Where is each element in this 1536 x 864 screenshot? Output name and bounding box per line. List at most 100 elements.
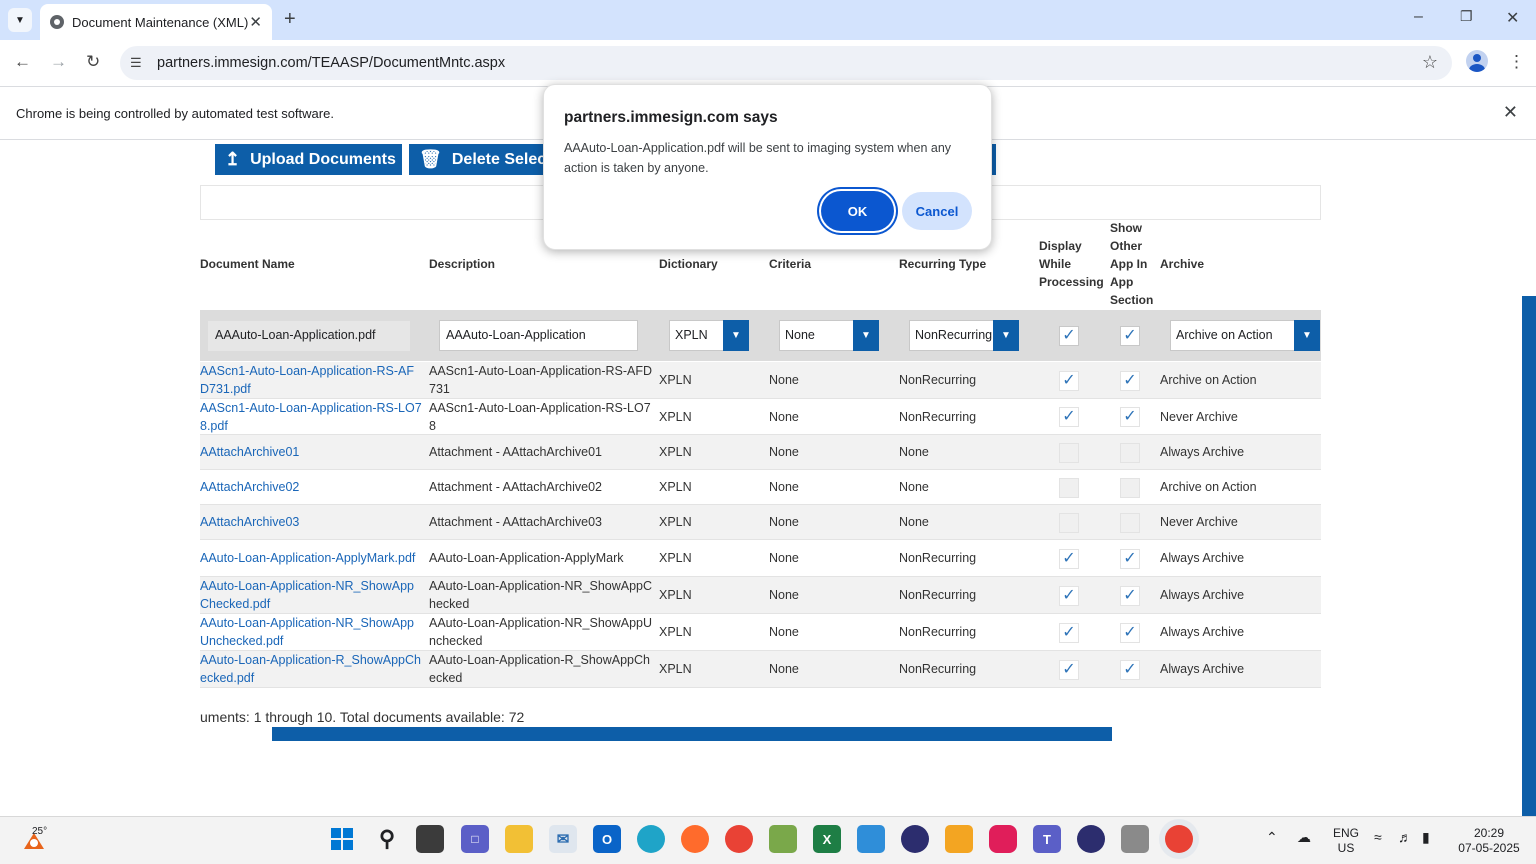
excel-icon[interactable]: X <box>813 825 841 853</box>
show-hidden-icons-chevron-icon[interactable]: ⌃ <box>1266 830 1278 845</box>
show-other-checkbox[interactable]: ✓ <box>1120 371 1140 391</box>
header-recurring-type[interactable]: Recurring Type <box>899 255 986 273</box>
teams-icon[interactable]: T <box>1033 825 1061 853</box>
header-document-name[interactable]: Document Name <box>200 255 295 273</box>
firefox-icon[interactable] <box>681 825 709 853</box>
eclipse-ide-icon[interactable] <box>1077 825 1105 853</box>
battery-icon[interactable]: ▮ <box>1422 830 1430 845</box>
task-view-icon[interactable] <box>416 825 444 853</box>
header-criteria[interactable]: Criteria <box>769 255 811 273</box>
horizontal-scrollbar[interactable] <box>272 727 1112 741</box>
show-other-checkbox[interactable]: ✓ <box>1120 586 1140 606</box>
chevron-down-icon[interactable]: ▼ <box>853 320 879 351</box>
document-name-link[interactable]: AAuto-Loan-Application-NR_ShowAppChecked… <box>200 577 422 613</box>
tab-search-chevron-icon[interactable]: ▼ <box>8 8 32 32</box>
minimize-icon[interactable]: – <box>1414 8 1423 26</box>
display-checkbox[interactable]: ✓ <box>1059 660 1079 680</box>
volume-icon[interactable]: ♬ <box>1398 830 1412 845</box>
snipping-tool-icon[interactable] <box>945 825 973 853</box>
chevron-down-icon[interactable]: ▼ <box>723 320 749 351</box>
header-show-other-app[interactable]: Show Other App In App Section <box>1110 219 1156 309</box>
browser-tab[interactable]: Document Maintenance (XML) ✕ <box>40 4 272 40</box>
table-row: AAuto-Loan-Application-NR_ShowAppChecked… <box>200 577 1321 614</box>
display-checkbox[interactable]: ✓ <box>1059 623 1079 643</box>
chrome-active-icon[interactable] <box>1165 825 1193 853</box>
display-checkbox[interactable] <box>1059 443 1079 463</box>
edit-description-input[interactable]: AAAuto-Loan-Application <box>439 320 638 351</box>
table-row: AAttachArchive01 Attachment - AAttachArch… <box>200 435 1321 470</box>
show-other-checkbox[interactable] <box>1120 513 1140 533</box>
display-checkbox[interactable]: ✓ <box>1059 371 1079 391</box>
eclipse-icon[interactable] <box>901 825 929 853</box>
edit-document-name: AAAuto-Loan-Application.pdf <box>208 321 410 351</box>
outlook-icon[interactable]: O <box>593 825 621 853</box>
new-tab-icon[interactable]: + <box>284 8 296 31</box>
edit-archive-select[interactable]: Archive on Action ▼ <box>1170 320 1320 351</box>
header-dictionary[interactable]: Dictionary <box>659 255 718 273</box>
site-info-icon[interactable]: ☰ <box>130 55 142 71</box>
profile-avatar-icon[interactable] <box>1466 50 1488 72</box>
show-other-checkbox[interactable] <box>1120 478 1140 498</box>
criteria-cell: None <box>769 445 799 459</box>
wifi-icon[interactable]: ≈ <box>1374 830 1382 845</box>
clock[interactable]: 20:29 07-05-2025 <box>1454 826 1524 856</box>
language-indicator[interactable]: ENG US <box>1333 826 1359 856</box>
close-infobar-icon[interactable]: ✕ <box>1503 102 1518 123</box>
slack-icon[interactable] <box>989 825 1017 853</box>
start-button[interactable] <box>328 825 356 853</box>
show-other-checkbox[interactable]: ✓ <box>1120 549 1140 569</box>
edit-dictionary-select[interactable]: XPLN ▼ <box>669 320 749 351</box>
address-bar[interactable]: ☰ partners.immesign.com/TEAASP/DocumentM… <box>120 46 1452 80</box>
document-name-link[interactable]: AAttachArchive03 <box>200 505 422 539</box>
header-archive[interactable]: Archive <box>1160 255 1204 273</box>
edit-display-checkbox[interactable]: ✓ <box>1059 326 1079 346</box>
file-explorer-icon[interactable] <box>505 825 533 853</box>
show-other-checkbox[interactable]: ✓ <box>1120 407 1140 427</box>
vertical-scrollbar[interactable] <box>1522 296 1536 816</box>
delete-selected-button[interactable]: 🗑 Delete Selected <box>409 144 549 175</box>
edit-show-other-checkbox[interactable]: ✓ <box>1120 326 1140 346</box>
ok-button[interactable]: OK <box>821 191 894 231</box>
kebab-menu-icon[interactable]: ⋮ <box>1508 52 1525 72</box>
document-name-link[interactable]: AAScn1-Auto-Loan-Application-RS-AFD731.p… <box>200 362 422 398</box>
bookmark-star-icon[interactable]: ☆ <box>1422 52 1438 73</box>
edit-recurring-select[interactable]: NonRecurring ▼ <box>909 320 1019 351</box>
document-name-link[interactable]: AAuto-Loan-Application-NR_ShowAppUncheck… <box>200 614 422 650</box>
cancel-button[interactable]: Cancel <box>902 192 972 230</box>
close-tab-icon[interactable]: ✕ <box>249 13 262 31</box>
chevron-down-icon[interactable]: ▼ <box>1294 320 1320 351</box>
recurring-type-cell: NonRecurring <box>899 409 977 424</box>
close-window-icon[interactable]: ✕ <box>1506 8 1519 28</box>
display-checkbox[interactable]: ✓ <box>1059 586 1079 606</box>
header-description[interactable]: Description <box>429 255 495 273</box>
document-name-link[interactable]: AAuto-Loan-Application-ApplyMark.pdf <box>200 540 422 576</box>
display-checkbox[interactable] <box>1059 513 1079 533</box>
show-other-checkbox[interactable]: ✓ <box>1120 623 1140 643</box>
chevron-down-icon[interactable]: ▼ <box>993 320 1019 351</box>
document-name-link[interactable]: AAuto-Loan-Application-R_ShowAppChecked.… <box>200 651 422 687</box>
chrome-icon[interactable] <box>725 825 753 853</box>
forward-icon[interactable]: → <box>50 52 67 72</box>
display-checkbox[interactable]: ✓ <box>1059 407 1079 427</box>
image-viewer-icon[interactable] <box>769 825 797 853</box>
display-checkbox[interactable]: ✓ <box>1059 549 1079 569</box>
notepad-icon[interactable] <box>857 825 885 853</box>
edit-criteria-select[interactable]: None ▼ <box>779 320 879 351</box>
display-checkbox[interactable] <box>1059 478 1079 498</box>
header-display-while-processing[interactable]: Display While Processing <box>1039 237 1104 291</box>
document-name-link[interactable]: AAttachArchive01 <box>200 435 422 469</box>
search-icon[interactable]: ⚲ <box>373 825 401 853</box>
restore-icon[interactable]: ❐ <box>1460 8 1473 25</box>
reload-icon[interactable]: ↻ <box>86 52 100 72</box>
app-icon[interactable] <box>1121 825 1149 853</box>
upload-documents-button[interactable]: ↥ Upload Documents <box>215 144 402 175</box>
back-icon[interactable]: ← <box>14 52 31 72</box>
edge-icon[interactable] <box>637 825 665 853</box>
document-name-link[interactable]: AAScn1-Auto-Loan-Application-RS-LO78.pdf <box>200 399 422 434</box>
mail-icon[interactable]: ✉ <box>549 825 577 853</box>
onedrive-icon[interactable]: ☁ <box>1297 830 1311 845</box>
chat-icon[interactable]: □ <box>461 825 489 853</box>
document-name-link[interactable]: AAttachArchive02 <box>200 470 422 504</box>
show-other-checkbox[interactable] <box>1120 443 1140 463</box>
show-other-checkbox[interactable]: ✓ <box>1120 660 1140 680</box>
